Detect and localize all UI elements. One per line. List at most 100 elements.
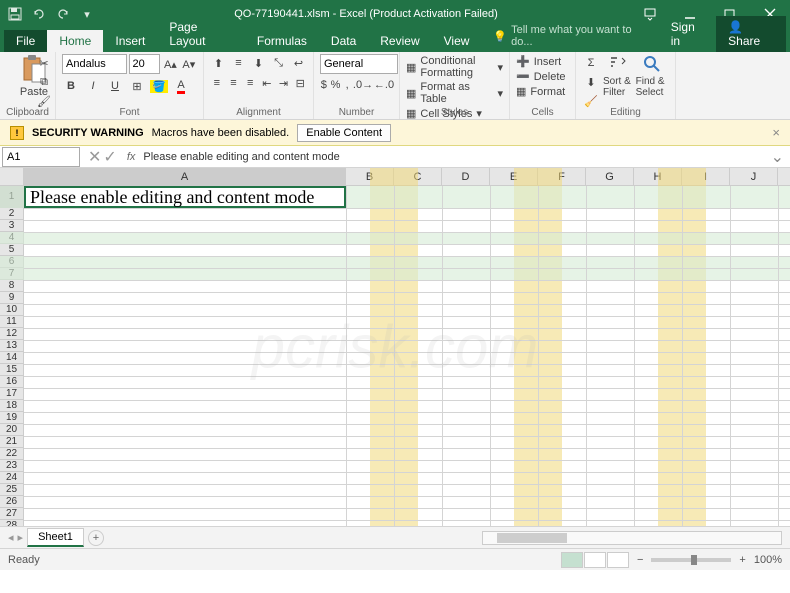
decrease-decimal-icon[interactable]: ←.0 [375, 76, 393, 94]
row-header-8[interactable]: 8 [0, 280, 23, 292]
row-header-3[interactable]: 3 [0, 220, 23, 232]
number-format-select[interactable]: General [320, 54, 398, 74]
select-all-corner[interactable] [0, 168, 24, 185]
align-left-icon[interactable]: ≡ [210, 74, 224, 92]
qat-dropdown-icon[interactable]: ▾ [76, 3, 98, 25]
enable-content-button[interactable]: Enable Content [297, 124, 391, 142]
fill-color-icon[interactable]: 🪣 [150, 77, 168, 95]
tab-home[interactable]: Home [47, 30, 103, 52]
enter-formula-icon[interactable]: ✓ [103, 147, 116, 167]
row-header-23[interactable]: 23 [0, 460, 23, 472]
tab-view[interactable]: View [432, 30, 482, 52]
delete-cells-button[interactable]: ➖Delete [516, 69, 569, 84]
format-cells-button[interactable]: ▦Format [516, 84, 569, 99]
align-middle-icon[interactable]: ≡ [230, 54, 247, 72]
decrease-indent-icon[interactable]: ⇤ [260, 74, 274, 92]
row-header-26[interactable]: 26 [0, 496, 23, 508]
sort-filter-button[interactable]: Sort & Filter [603, 54, 633, 98]
view-normal-icon[interactable] [561, 552, 583, 568]
percent-icon[interactable]: % [331, 76, 341, 94]
new-sheet-icon[interactable]: + [88, 530, 104, 546]
fill-icon[interactable]: ⬇ [582, 73, 600, 91]
cut-icon[interactable]: ✂ [35, 54, 53, 72]
italic-button[interactable]: I [84, 77, 102, 95]
row-header-25[interactable]: 25 [0, 484, 23, 496]
row-header-1[interactable]: 1 [0, 186, 23, 208]
row-header-6[interactable]: 6 [0, 256, 23, 268]
row-header-9[interactable]: 9 [0, 292, 23, 304]
col-header-G[interactable]: G [586, 168, 634, 185]
row-header-2[interactable]: 2 [0, 208, 23, 220]
zoom-in-icon[interactable]: + [739, 554, 745, 566]
row-header-16[interactable]: 16 [0, 376, 23, 388]
tab-data[interactable]: Data [319, 30, 368, 52]
col-header-D[interactable]: D [442, 168, 490, 185]
row-header-10[interactable]: 10 [0, 304, 23, 316]
name-box[interactable]: A1 [2, 147, 80, 167]
row-header-13[interactable]: 13 [0, 340, 23, 352]
sign-in-link[interactable]: Sign in [659, 16, 716, 52]
col-header-H[interactable]: H [634, 168, 682, 185]
tab-insert[interactable]: Insert [103, 30, 157, 52]
shrink-font-icon[interactable]: A▾ [181, 55, 197, 73]
row-header-20[interactable]: 20 [0, 424, 23, 436]
align-right-icon[interactable]: ≡ [243, 74, 257, 92]
cancel-formula-icon[interactable]: ✕ [88, 147, 101, 167]
tab-formulas[interactable]: Formulas [245, 30, 319, 52]
horizontal-scrollbar[interactable] [482, 531, 782, 545]
underline-button[interactable]: U [106, 77, 124, 95]
font-name-select[interactable]: Andalus [62, 54, 127, 74]
autosum-icon[interactable]: Σ [582, 54, 600, 72]
redo-icon[interactable] [52, 3, 74, 25]
row-header-12[interactable]: 12 [0, 328, 23, 340]
tell-me[interactable]: 💡Tell me what you want to do... [481, 20, 658, 52]
conditional-formatting-button[interactable]: ▦Conditional Formatting ▾ [406, 54, 503, 80]
expand-formula-bar-icon[interactable]: ⌄ [765, 147, 790, 167]
align-bottom-icon[interactable]: ⬇ [250, 54, 267, 72]
share-button[interactable]: 👤 Share [716, 16, 786, 52]
sheet-tab-sheet1[interactable]: Sheet1 [27, 528, 84, 547]
formula-bar[interactable]: Please enable editing and content mode [139, 151, 764, 163]
row-header-14[interactable]: 14 [0, 352, 23, 364]
currency-icon[interactable]: $ [320, 76, 328, 94]
row-header-11[interactable]: 11 [0, 316, 23, 328]
cell-A1[interactable]: Please enable editing and content mode [24, 186, 346, 208]
align-center-icon[interactable]: ≡ [227, 74, 241, 92]
bold-button[interactable]: B [62, 77, 80, 95]
view-page-break-icon[interactable] [607, 552, 629, 568]
font-color-icon[interactable]: A [172, 77, 190, 95]
col-header-E[interactable]: E [490, 168, 538, 185]
increase-indent-icon[interactable]: ⇥ [277, 74, 291, 92]
grow-font-icon[interactable]: A▴ [162, 55, 178, 73]
view-page-layout-icon[interactable] [584, 552, 606, 568]
zoom-slider[interactable] [651, 558, 731, 562]
row-header-27[interactable]: 27 [0, 508, 23, 520]
col-header-C[interactable]: C [394, 168, 442, 185]
row-header-5[interactable]: 5 [0, 244, 23, 256]
row-header-15[interactable]: 15 [0, 364, 23, 376]
col-header-A[interactable]: A [24, 168, 346, 185]
copy-icon[interactable]: ⧉ [35, 73, 53, 91]
row-header-19[interactable]: 19 [0, 412, 23, 424]
row-header-18[interactable]: 18 [0, 400, 23, 412]
tab-file[interactable]: File [4, 30, 47, 52]
row-header-4[interactable]: 4 [0, 232, 23, 244]
col-header-J[interactable]: J [730, 168, 778, 185]
save-icon[interactable] [4, 3, 26, 25]
insert-cells-button[interactable]: ➕Insert [516, 54, 569, 69]
align-top-icon[interactable]: ⬆ [210, 54, 227, 72]
borders-icon[interactable]: ⊞ [128, 77, 146, 95]
row-header-28[interactable]: 28 [0, 520, 23, 526]
undo-icon[interactable] [28, 3, 50, 25]
comma-icon[interactable]: , [343, 76, 351, 94]
increase-decimal-icon[interactable]: .0→ [354, 76, 372, 94]
orientation-icon[interactable]: ⤡ [270, 54, 287, 72]
row-header-7[interactable]: 7 [0, 268, 23, 280]
sheet-nav-last-icon[interactable]: ▸ [18, 531, 24, 544]
col-header-F[interactable]: F [538, 168, 586, 185]
sheet-nav-first-icon[interactable]: ◂ [8, 531, 14, 544]
col-header-I[interactable]: I [682, 168, 730, 185]
find-select-button[interactable]: Find & Select [636, 54, 669, 98]
tab-review[interactable]: Review [368, 30, 431, 52]
zoom-out-icon[interactable]: − [637, 554, 643, 566]
